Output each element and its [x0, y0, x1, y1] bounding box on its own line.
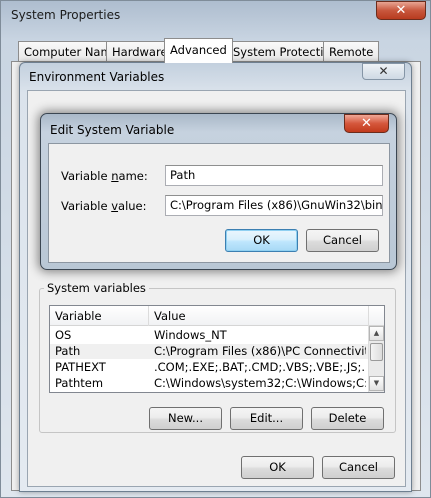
value-cell: .COM;.EXE;.BAT;.CMD;.VBS;.VBE;.JS;.... — [154, 360, 366, 374]
window-title: System Properties — [11, 8, 121, 22]
variable-cell: PATHEXT — [55, 360, 106, 374]
chevron-up-icon: ▲ — [373, 329, 380, 337]
scroll-thumb[interactable] — [370, 343, 383, 361]
close-icon: ✕ — [395, 3, 407, 18]
list-header: Variable Value — [50, 306, 384, 326]
access-key: n — [111, 169, 119, 183]
value-cell: C:\Program Files (x86)\PC Connectivity .… — [154, 344, 366, 358]
window-title: Environment Variables — [29, 70, 165, 84]
close-icon: ✕ — [378, 64, 389, 78]
close-button[interactable]: ✕ — [344, 114, 389, 133]
scroll-down-button[interactable]: ▼ — [369, 376, 384, 391]
ok-button[interactable]: OK — [241, 456, 314, 479]
close-button[interactable]: ✕ — [362, 63, 405, 80]
scroll-up-button[interactable]: ▲ — [369, 326, 384, 341]
edit-button[interactable]: Edit... — [230, 407, 303, 430]
dialog-body: Variable name: Path Variable value: C:\P… — [48, 143, 390, 263]
close-icon: ✕ — [361, 116, 372, 131]
access-key: v — [111, 199, 119, 213]
system-variables-list[interactable]: Variable Value OS Windows_NT Path C:\Pro… — [49, 305, 385, 393]
variable-cell: Pathtem — [55, 376, 104, 390]
window-title: Edit System Variable — [50, 123, 175, 137]
variable-cell: Path — [55, 344, 81, 358]
group-label: System variables — [44, 281, 149, 295]
table-row[interactable]: PATHEXT .COM;.EXE;.BAT;.CMD;.VBS;.VBE;.J… — [50, 360, 368, 375]
column-header-value[interactable]: Value — [149, 306, 369, 326]
close-button[interactable]: ✕ — [376, 1, 426, 20]
tab-advanced[interactable]: Advanced — [164, 38, 233, 63]
chevron-down-icon: ▼ — [373, 379, 380, 387]
delete-button[interactable]: Delete — [311, 407, 384, 430]
column-header-variable[interactable]: Variable — [50, 306, 149, 326]
edit-system-variable-dialog: Edit System Variable ✕ Variable name: Pa… — [40, 113, 397, 270]
variable-value-label: Variable value: — [61, 199, 147, 213]
table-row[interactable]: OS Windows_NT — [50, 328, 368, 343]
new-button[interactable]: New... — [149, 407, 222, 430]
tab-remote[interactable]: Remote — [323, 41, 380, 62]
ok-button[interactable]: OK — [225, 229, 298, 252]
variable-cell: OS — [55, 328, 72, 342]
vertical-scrollbar[interactable]: ▲ ▼ — [368, 326, 384, 392]
value-cell: Windows_NT — [154, 328, 227, 342]
variable-name-label: Variable name: — [61, 169, 148, 183]
cancel-button[interactable]: Cancel — [322, 456, 395, 479]
variable-name-input[interactable]: Path — [165, 165, 383, 186]
table-row[interactable]: Pathtem C:\Windows\system32;C:\Windows;C… — [50, 376, 368, 391]
value-cell: C:\Windows\system32;C:\Windows;C:\... — [154, 376, 366, 390]
cancel-button[interactable]: Cancel — [306, 229, 379, 252]
table-row-selected[interactable]: Path C:\Program Files (x86)\PC Connectiv… — [50, 344, 368, 359]
variable-value-input[interactable]: C:\Program Files (x86)\GnuWin32\bin;C:\P… — [165, 195, 383, 216]
